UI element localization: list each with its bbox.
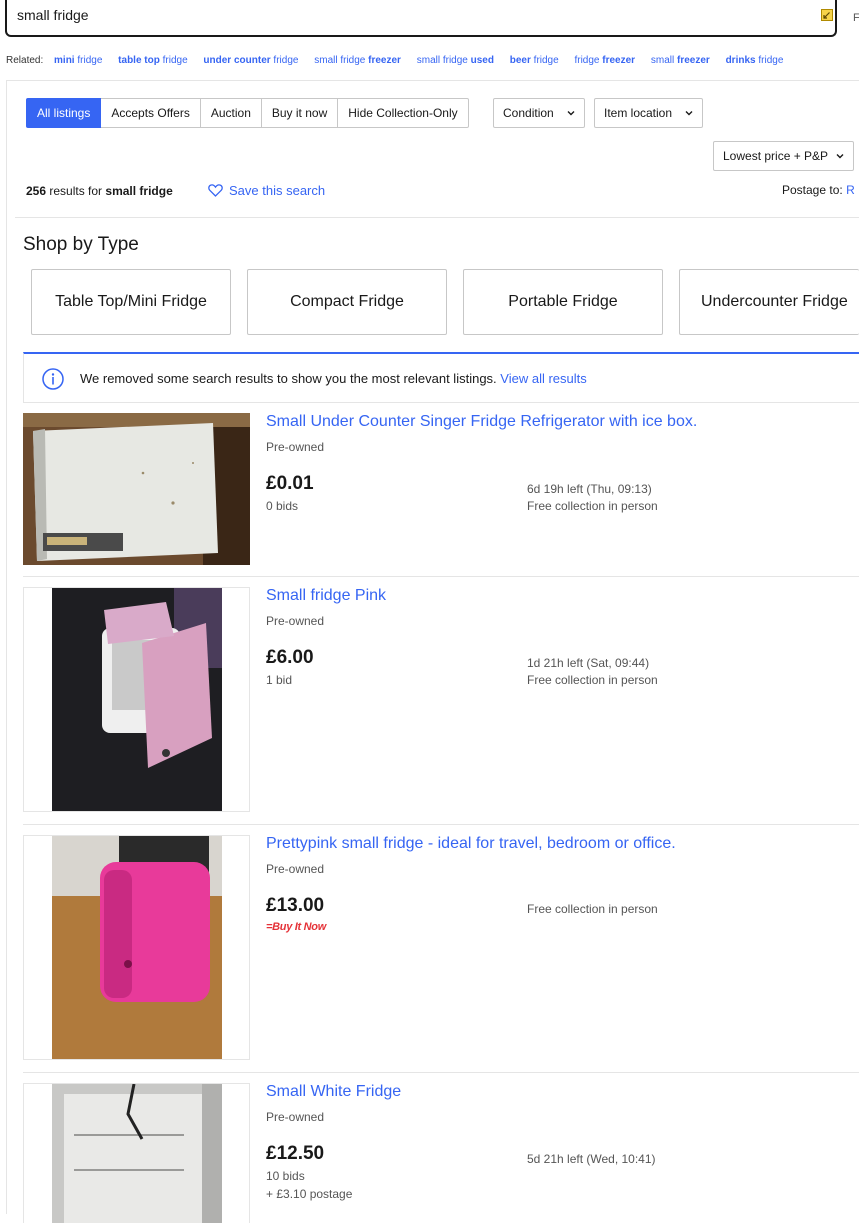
heart-icon [208, 184, 223, 197]
condition-dropdown[interactable]: Condition [493, 98, 585, 128]
listing-title[interactable]: Small White Fridge [266, 1083, 401, 1101]
item-location-dropdown[interactable]: Item location [594, 98, 704, 128]
listing-bids: 1 bid [266, 673, 293, 687]
results-count: 256 results for small fridge [26, 184, 173, 198]
listing-time-left: 5d 21h left (Wed, 10:41) [527, 1152, 656, 1166]
related-link[interactable]: mini fridge [54, 55, 102, 66]
shop-by-type-title: Shop by Type [23, 234, 139, 255]
search-button-edge[interactable]: F [853, 12, 859, 24]
listing-item: Small fridge Pink Pre-owned £6.00 1 bid … [23, 587, 859, 825]
related-link[interactable]: beer fridge [510, 55, 559, 66]
listing-title[interactable]: Prettypink small fridge - ideal for trav… [266, 835, 676, 853]
chevron-down-icon [567, 111, 575, 116]
listing-item: Small Under Counter Singer Fridge Refrig… [23, 413, 859, 577]
listing-condition: Pre-owned [266, 440, 325, 454]
notice-message: We removed some search results to show y… [80, 371, 587, 386]
listing-collection: Free collection in person [527, 499, 658, 513]
related-link[interactable]: under counter fridge [203, 55, 298, 66]
related-link[interactable]: drinks fridge [726, 55, 784, 66]
postage-to: Postage to: R [782, 183, 855, 197]
view-all-results-link[interactable]: View all results [500, 371, 586, 386]
fridge-photo-icon [23, 413, 250, 565]
relevance-notice: We removed some search results to show y… [23, 352, 859, 403]
listing-postage: + £3.10 postage [266, 1187, 353, 1201]
fridge-photo-icon [24, 836, 249, 1059]
listing-image[interactable] [23, 835, 250, 1060]
listing-image[interactable] [23, 413, 250, 565]
save-search-link[interactable]: Save this search [208, 183, 325, 198]
listing-item: Prettypink small fridge - ideal for trav… [23, 835, 859, 1073]
related-label: Related: [6, 55, 44, 66]
sort-label: Lowest price + P&P [723, 149, 829, 163]
listing-price: £12.50 [266, 1143, 325, 1164]
tab-accepts-offers[interactable]: Accepts Offers [101, 98, 201, 128]
related-link[interactable]: fridge freezer [574, 55, 635, 66]
fridge-photo-icon [24, 588, 249, 811]
listing-price: £6.00 [266, 647, 314, 668]
condition-label: Condition [503, 106, 554, 120]
item-location-label: Item location [604, 106, 673, 120]
listing-collection: Free collection in person [527, 902, 658, 916]
related-searches: Related: mini fridge table top fridge un… [6, 55, 796, 66]
postage-location-link[interactable]: R [846, 183, 855, 197]
listing-collection: Free collection in person [527, 673, 658, 687]
listing-item: Small White Fridge Pre-owned £12.50 10 b… [23, 1083, 859, 1223]
related-link[interactable]: small fridge freezer [314, 55, 401, 66]
listing-bids: 10 bids [266, 1169, 305, 1183]
listing-image[interactable] [23, 587, 250, 812]
divider [15, 217, 859, 218]
listing-condition: Pre-owned [266, 862, 325, 876]
type-card-undercounter[interactable]: Undercounter Fridge [679, 269, 859, 335]
search-bar[interactable] [5, 0, 837, 37]
sort-dropdown[interactable]: Lowest price + P&P [713, 141, 854, 171]
related-link[interactable]: table top fridge [118, 55, 187, 66]
listing-condition: Pre-owned [266, 614, 325, 628]
listing-price: £0.01 [266, 473, 314, 494]
tab-hide-collection-only[interactable]: Hide Collection-Only [338, 98, 469, 128]
listing-price: £13.00 [266, 895, 325, 916]
fridge-photo-icon [24, 1084, 249, 1223]
buy-it-now-badge: =Buy It Now [266, 921, 326, 933]
search-input[interactable] [17, 4, 807, 26]
tab-all-listings[interactable]: All listings [26, 98, 102, 128]
listing-title[interactable]: Small Under Counter Singer Fridge Refrig… [266, 413, 697, 431]
edit-icon[interactable] [821, 9, 833, 21]
info-icon [42, 368, 64, 390]
type-card-table-top[interactable]: Table Top/Mini Fridge [31, 269, 231, 335]
listing-bids: 0 bids [266, 499, 299, 513]
listing-image[interactable] [23, 1083, 250, 1223]
chevron-down-icon [685, 111, 693, 116]
related-link[interactable]: small fridge used [417, 55, 494, 66]
type-card-compact[interactable]: Compact Fridge [247, 269, 447, 335]
listing-condition: Pre-owned [266, 1110, 325, 1124]
listing-type-tabs: All listings Accepts Offers Auction Buy … [26, 98, 469, 128]
chevron-down-icon [836, 154, 844, 159]
listing-title[interactable]: Small fridge Pink [266, 587, 386, 605]
type-card-portable[interactable]: Portable Fridge [463, 269, 663, 335]
listing-time-left: 1d 21h left (Sat, 09:44) [527, 656, 650, 670]
related-link[interactable]: small freezer [651, 55, 710, 66]
tab-buy-it-now[interactable]: Buy it now [261, 98, 339, 128]
tab-auction[interactable]: Auction [200, 98, 262, 128]
listing-time-left: 6d 19h left (Thu, 09:13) [527, 482, 652, 496]
